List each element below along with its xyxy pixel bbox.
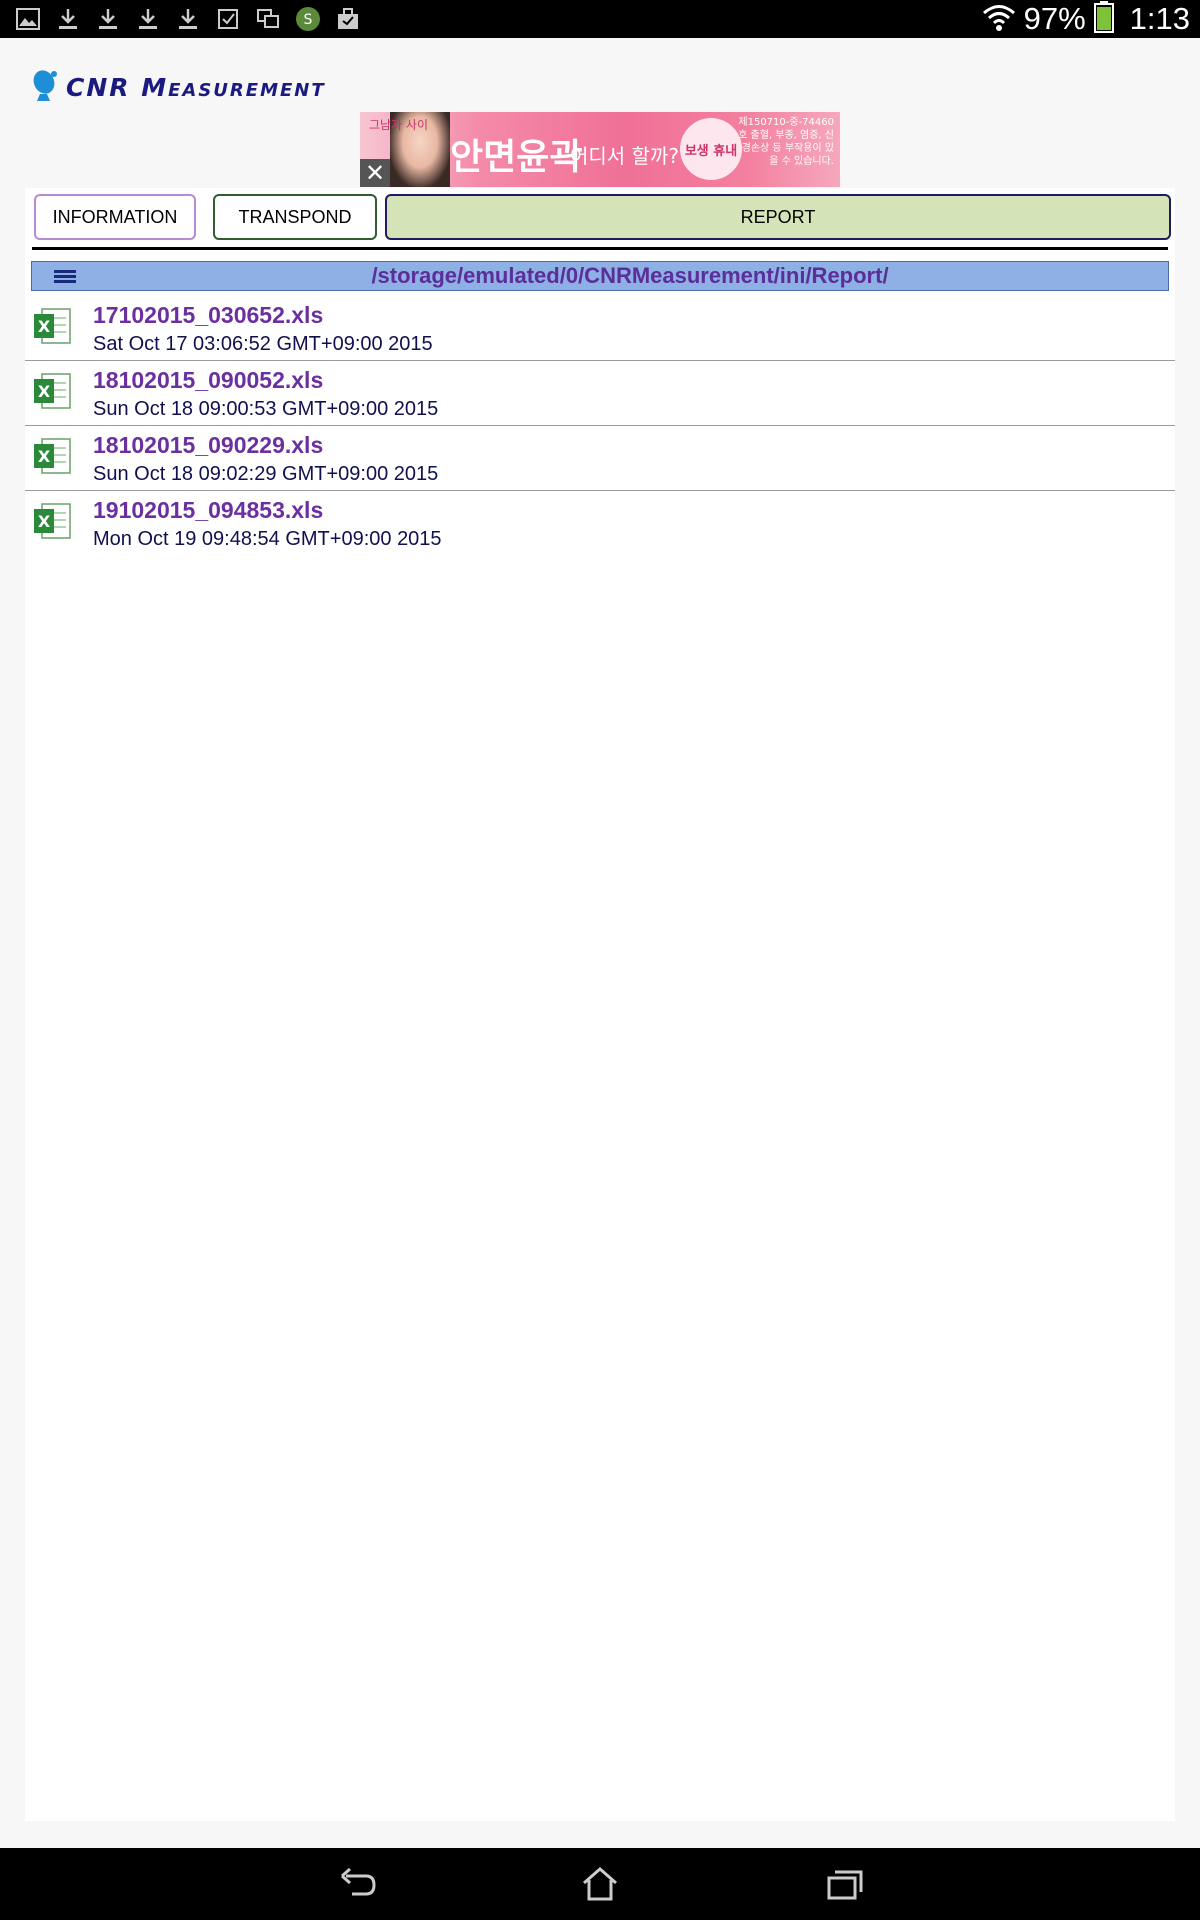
path-bar: /storage/emulated/0/CNRMeasurement/ini/R…: [31, 261, 1169, 291]
battery-percent: 97%: [1023, 1, 1086, 36]
tab-information[interactable]: INFORMATION: [34, 194, 196, 240]
recent-apps-button[interactable]: [825, 1866, 865, 1902]
download-icon: [54, 5, 82, 33]
briefcase-icon: [334, 5, 362, 33]
ad-small-text: 그남자 사이: [369, 118, 429, 132]
current-path: /storage/emulated/0/CNRMeasurement/ini/R…: [371, 263, 889, 288]
battery-icon: [1093, 0, 1114, 38]
file-name: 17102015_030652.xls: [93, 302, 324, 328]
file-row[interactable]: X 18102015_090052.xls Sun Oct 18 09:00:5…: [25, 361, 1175, 426]
home-button[interactable]: [580, 1866, 620, 1902]
logo-text: CNR Measurement: [66, 73, 326, 102]
file-date: Sat Oct 17 03:06:52 GMT+09:00 2015: [93, 333, 433, 355]
wifi-icon: [982, 2, 1016, 37]
file-row[interactable]: X 17102015_030652.xls Sat Oct 17 03:06:5…: [25, 296, 1175, 361]
excel-file-icon: X: [32, 436, 72, 476]
ad-sub-text: 어디서 할까?: [570, 144, 679, 168]
file-date: Sun Oct 18 09:02:29 GMT+09:00 2015: [93, 463, 439, 485]
svg-text:X: X: [38, 382, 51, 401]
tab-divider: [32, 247, 1168, 250]
file-row[interactable]: X 19102015_094853.xls Mon Oct 19 09:48:5…: [25, 491, 1175, 555]
svg-text:X: X: [38, 512, 51, 531]
notification-icons: S: [0, 5, 362, 33]
ad-close-button[interactable]: ✕: [360, 159, 390, 187]
ad-banner[interactable]: 그남자 사이 안면윤곽 어디서 할까? 보생 휴내 제150710-중-7446…: [360, 112, 840, 187]
excel-file-icon: X: [32, 306, 72, 346]
file-name: 19102015_094853.xls: [93, 497, 324, 523]
main-panel: INFORMATION TRANSPOND REPORT /storage/em…: [25, 188, 1175, 1821]
file-date: Sun Oct 18 09:00:53 GMT+09:00 2015: [93, 398, 439, 420]
excel-file-icon: X: [32, 501, 72, 541]
app-logo: CNR Measurement: [32, 68, 326, 107]
download-icon: [134, 5, 162, 33]
download-icon: [94, 5, 122, 33]
svg-text:X: X: [38, 317, 51, 336]
back-button[interactable]: [338, 1866, 378, 1902]
download-icon: [174, 5, 202, 33]
navigation-bar: [0, 1848, 1200, 1920]
file-name: 18102015_090229.xls: [93, 432, 324, 458]
satellite-dish-icon: [32, 68, 62, 107]
ad-badge: 보생 휴내: [680, 118, 742, 180]
checkbox-icon: [214, 5, 242, 33]
tab-report[interactable]: REPORT: [385, 194, 1171, 240]
file-date: Mon Oct 19 09:48:54 GMT+09:00 2015: [93, 528, 442, 550]
excel-file-icon: X: [32, 371, 72, 411]
svg-text:S: S: [304, 12, 313, 28]
ad-main-text: 안면윤곽: [450, 137, 583, 178]
status-bar: S 97% 1:13: [0, 0, 1200, 38]
file-row[interactable]: X 18102015_090229.xls Sun Oct 18 09:02:2…: [25, 426, 1175, 491]
file-name: 18102015_090052.xls: [93, 367, 324, 393]
ad-fine-print: 제150710-중-74460호 출혈, 부종, 염증, 신경손상 등 부작용이…: [738, 117, 834, 167]
tab-bar: INFORMATION TRANSPOND REPORT: [33, 194, 1173, 244]
coin-icon: S: [294, 5, 322, 33]
image-icon: [14, 5, 42, 33]
tab-transpond[interactable]: TRANSPOND: [213, 194, 377, 240]
clock: 1:13: [1129, 1, 1190, 36]
status-right: 97% 1:13: [982, 0, 1190, 38]
svg-text:X: X: [38, 447, 51, 466]
file-list: X 17102015_030652.xls Sat Oct 17 03:06:5…: [25, 296, 1175, 555]
screens-icon: [254, 5, 282, 33]
menu-icon[interactable]: [54, 270, 76, 284]
